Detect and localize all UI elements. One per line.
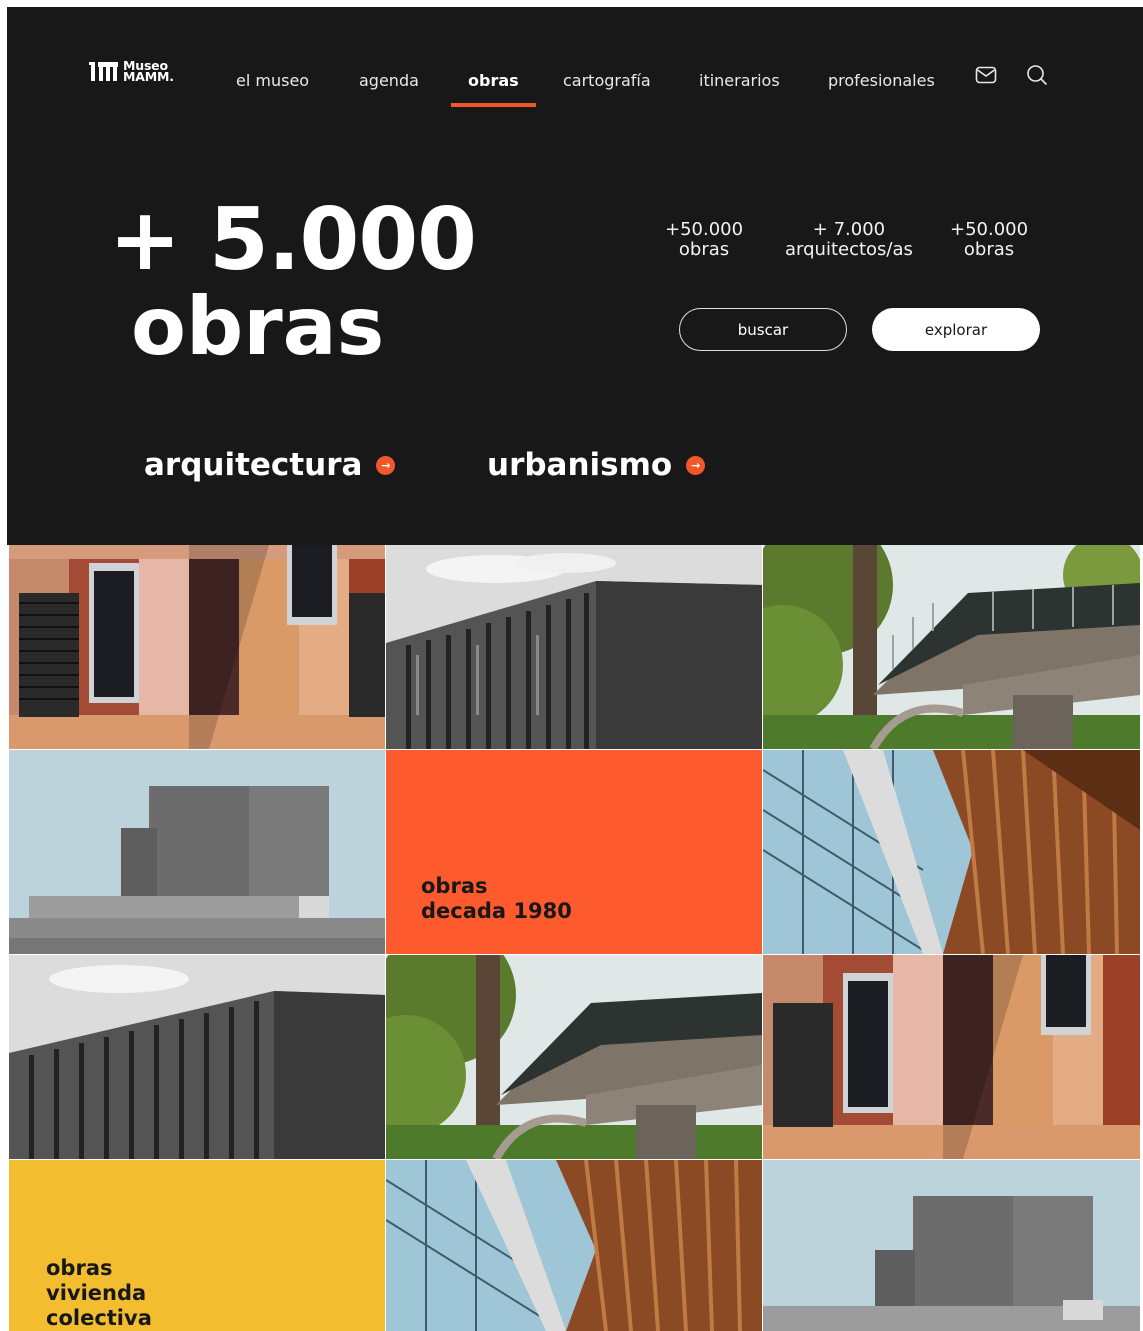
- mail-icon[interactable]: [974, 63, 998, 87]
- concrete-tower-image: [9, 750, 385, 954]
- colorful-facade-image: [763, 955, 1140, 1159]
- park-pavilion-image: [763, 545, 1140, 749]
- wood-glass-facade-image: [386, 1160, 762, 1331]
- feature-line-2: decada 1980: [421, 899, 572, 923]
- wood-glass-facade-image: [763, 750, 1140, 954]
- stat-value: +50.000: [665, 219, 744, 240]
- feature-tile-decada-1980[interactable]: obras decada 1980: [386, 750, 762, 954]
- arrow-right-circle-icon: →: [686, 455, 706, 475]
- stat-obras-2: +50.000 obras: [950, 220, 1028, 260]
- mamm-logo-icon: [89, 62, 118, 81]
- work-tile-park-pavilion-2[interactable]: [386, 955, 762, 1159]
- work-tile-grey-building-2[interactable]: [9, 955, 385, 1159]
- nav-obras[interactable]: obras: [468, 71, 519, 90]
- work-tile-grey-building[interactable]: [386, 545, 762, 749]
- grey-building-image: [9, 955, 385, 1159]
- work-tile-colorful-facade[interactable]: [9, 545, 385, 749]
- concrete-tower-image: [763, 1160, 1140, 1331]
- grey-building-image: [386, 545, 762, 749]
- work-tile-concrete-tower-2[interactable]: [763, 1160, 1140, 1331]
- hero-headline-number: + 5.000: [109, 190, 477, 290]
- category-urbanismo-link[interactable]: urbanismo →: [487, 447, 706, 483]
- stat-arquitectos: + 7.000 arquitectos/as: [785, 220, 913, 260]
- museum-logo[interactable]: Museo MAMM.: [89, 59, 174, 83]
- works-grid: obras decada 1980 obras vivienda colecti…: [9, 545, 1140, 1331]
- stat-value: + 7.000: [812, 219, 886, 240]
- colorful-facade-image: [9, 545, 385, 749]
- work-tile-concrete-tower[interactable]: [9, 750, 385, 954]
- work-tile-park-pavilion[interactable]: [763, 545, 1140, 749]
- feature-line-1: obras: [46, 1256, 113, 1280]
- nav-cartografia[interactable]: cartografía: [563, 71, 651, 90]
- nav-profesionales[interactable]: profesionales: [828, 71, 935, 90]
- stat-obras: +50.000 obras: [665, 220, 743, 260]
- category-label: urbanismo: [487, 447, 673, 483]
- feature-tile-vivienda-colectiva[interactable]: obras vivienda colectiva: [9, 1160, 385, 1331]
- feature-tile-label: obras decada 1980: [421, 874, 572, 924]
- arrow-right-circle-icon: →: [376, 455, 396, 475]
- nav-agenda[interactable]: agenda: [359, 71, 419, 90]
- category-label: arquitectura: [144, 447, 363, 483]
- explorar-button[interactable]: explorar: [872, 308, 1040, 351]
- logo-wordmark: Museo MAMM.: [123, 59, 174, 84]
- feature-line-1: obras: [421, 874, 488, 898]
- buscar-button[interactable]: buscar: [679, 308, 847, 351]
- feature-line-3: colectiva: [46, 1306, 152, 1330]
- feature-tile-label: obras vivienda colectiva: [46, 1256, 152, 1331]
- category-arquitectura-link[interactable]: arquitectura →: [144, 447, 396, 483]
- stat-label: obras: [963, 239, 1015, 260]
- feature-line-2: vivienda: [46, 1281, 147, 1305]
- park-pavilion-image: [386, 955, 762, 1159]
- hero-headline-word: obras: [131, 280, 385, 373]
- nav-itinerarios[interactable]: itinerarios: [699, 71, 780, 90]
- stat-value: +50.000: [950, 219, 1029, 240]
- search-icon[interactable]: [1025, 63, 1049, 87]
- logo-line-2: MAMM.: [123, 69, 174, 84]
- stat-label: obras: [678, 239, 730, 260]
- work-tile-wood-glass-2[interactable]: [386, 1160, 762, 1331]
- nav-el-museo[interactable]: el museo: [236, 71, 309, 90]
- active-nav-indicator: [451, 103, 536, 107]
- stat-label: arquitectos/as: [785, 239, 913, 260]
- hero-section: Museo MAMM. el museo agenda obras cartog…: [7, 7, 1143, 545]
- work-tile-wood-glass[interactable]: [763, 750, 1140, 954]
- work-tile-colorful-facade-2[interactable]: [763, 955, 1140, 1159]
